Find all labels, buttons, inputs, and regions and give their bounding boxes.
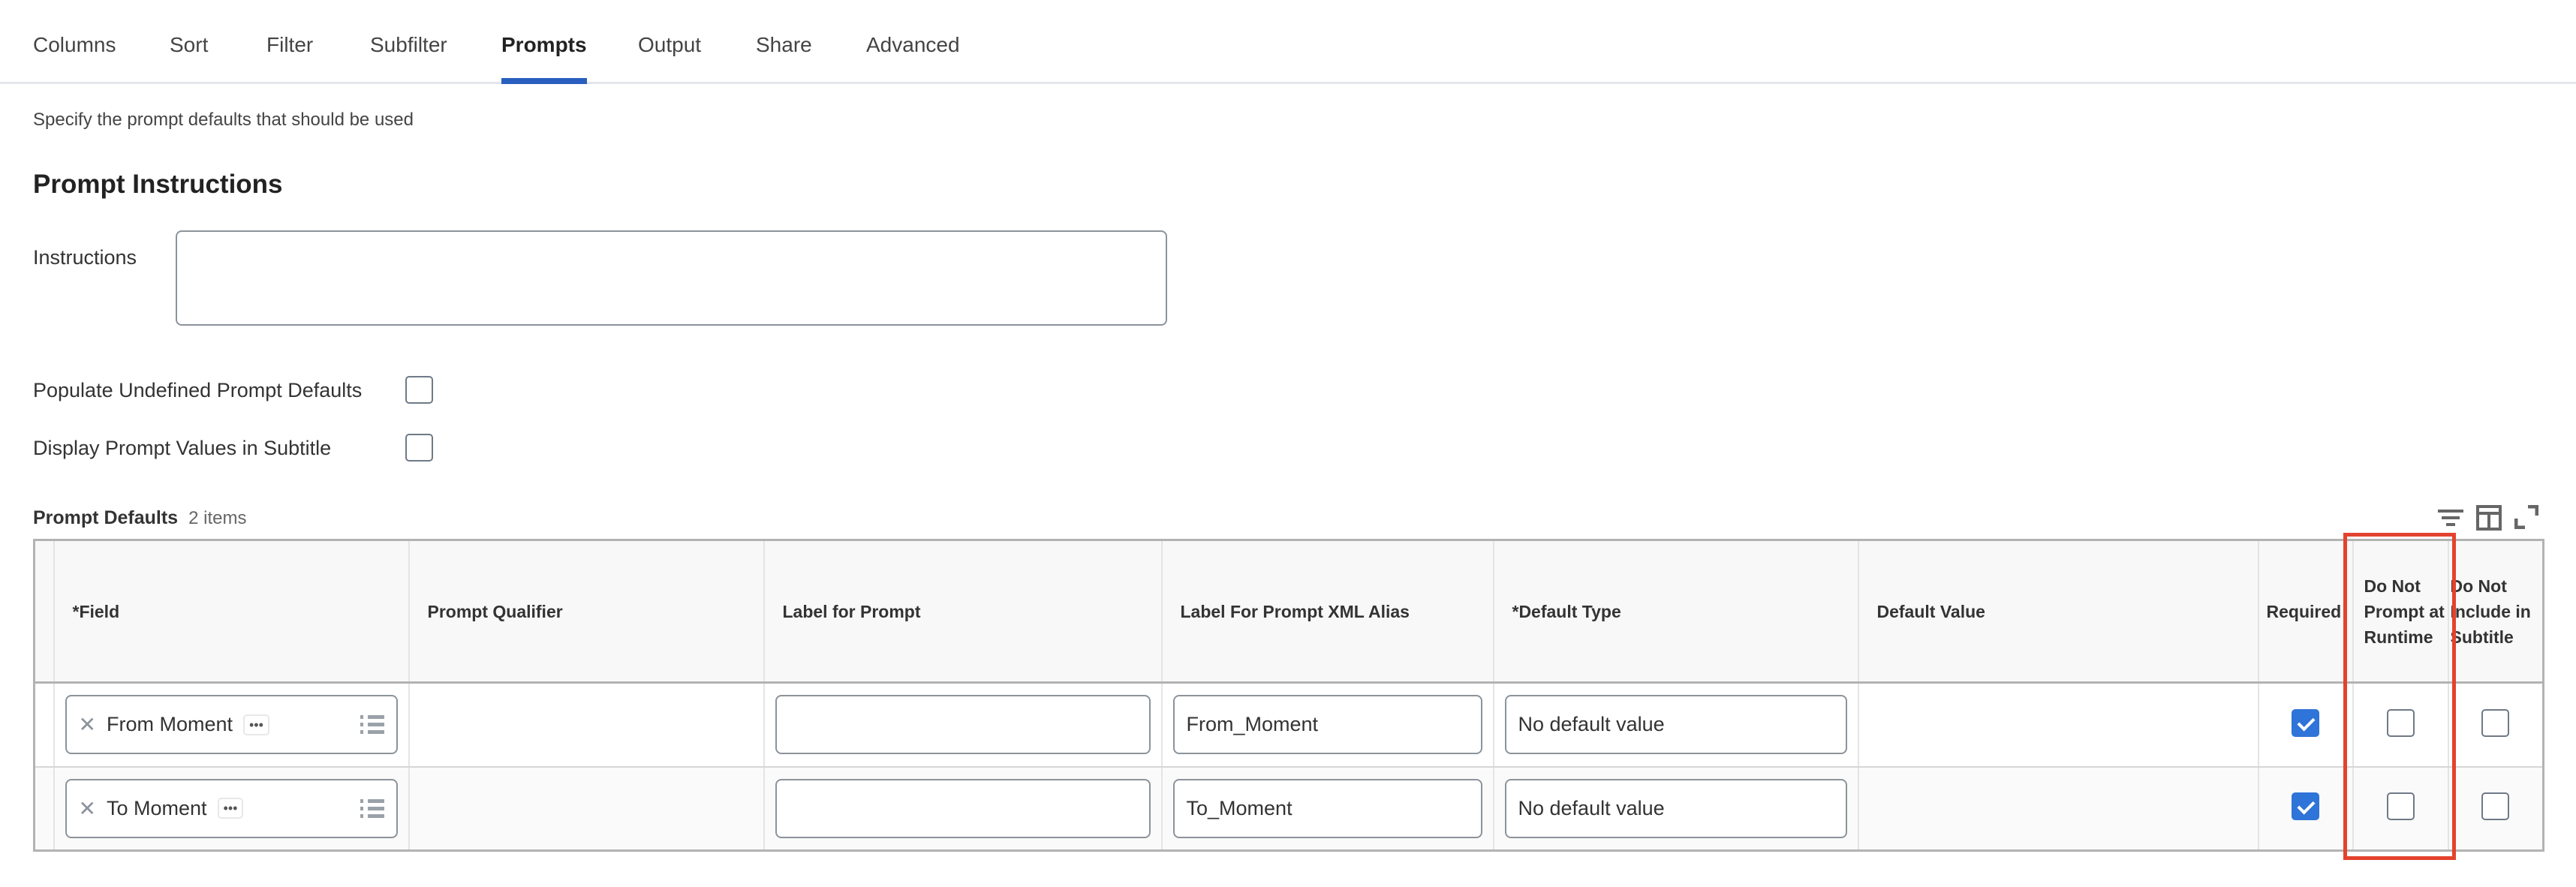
grid-title: Prompt Defaults 2 items [33, 507, 246, 529]
label-cell [763, 766, 1163, 852]
grid-count: 2 items [188, 508, 247, 528]
header-required[interactable]: Required [2258, 540, 2354, 684]
xml-alias-cell: To_Moment [1161, 766, 1494, 852]
tab-share[interactable]: Share [756, 33, 812, 57]
do-not-prompt-checkbox[interactable] [2386, 792, 2415, 821]
populate-defaults-label: Populate Undefined Prompt Defaults [33, 379, 363, 401]
row-handle-header [34, 540, 55, 684]
xml-alias-cell: From_Moment [1161, 682, 1494, 768]
header-default-type[interactable]: *Default Type [1493, 540, 1859, 684]
header-default-value[interactable]: Default Value [1858, 540, 2259, 684]
page-description: Specify the prompt defaults that should … [33, 110, 414, 130]
default-type-cell: No default value [1493, 682, 1859, 768]
field-selector[interactable]: ✕ To Moment ••• [65, 778, 398, 838]
header-field[interactable]: *Field [53, 540, 410, 684]
prompt-defaults-grid: *Field Prompt Qualifier Label for Prompt… [33, 539, 2544, 852]
list-icon[interactable] [360, 711, 384, 738]
default-type-select[interactable]: No default value [1504, 778, 1847, 838]
tab-subfilter[interactable]: Subfilter [370, 33, 447, 57]
field-value: To Moment [106, 796, 207, 819]
xml-alias-input[interactable]: From_Moment [1172, 695, 1482, 755]
do-not-prompt-checkbox[interactable] [2386, 708, 2415, 737]
field-value: From Moment [106, 713, 233, 736]
instructions-textarea[interactable] [176, 230, 1167, 326]
xml-alias-input[interactable]: To_Moment [1172, 778, 1482, 838]
more-icon[interactable]: ••• [243, 714, 269, 735]
default-value-cell [1858, 766, 2259, 852]
label-input[interactable] [775, 778, 1151, 838]
required-cell [2258, 682, 2354, 768]
qualifier-cell [408, 766, 765, 852]
tab-sort[interactable]: Sort [170, 33, 208, 57]
row-handle[interactable] [34, 766, 55, 852]
remove-icon[interactable]: ✕ [79, 796, 96, 821]
row-handle[interactable] [34, 682, 55, 768]
display-subtitle-checkbox[interactable] [405, 434, 433, 462]
header-xml-alias[interactable]: Label For Prompt XML Alias [1161, 540, 1494, 684]
header-do-not-include[interactable]: Do Not Include in Subtitle [2448, 540, 2544, 684]
section-title: Prompt Instructions [33, 170, 283, 199]
more-icon[interactable]: ••• [217, 798, 244, 819]
default-value-cell [1858, 682, 2259, 768]
do-not-include-checkbox[interactable] [2481, 792, 2510, 821]
label-cell [763, 682, 1163, 768]
header-label-for-prompt[interactable]: Label for Prompt [763, 540, 1163, 684]
remove-icon[interactable]: ✕ [79, 712, 96, 737]
tab-filter[interactable]: Filter [266, 33, 313, 57]
do-not-include-cell [2448, 766, 2544, 852]
tab-bar: Columns Sort Filter Subfilter Prompts Ou… [0, 0, 2576, 84]
do-not-include-checkbox[interactable] [2481, 708, 2510, 737]
do-not-prompt-cell [2352, 682, 2449, 768]
do-not-include-cell [2448, 682, 2544, 768]
required-checkbox[interactable] [2292, 792, 2319, 821]
required-cell [2258, 766, 2354, 852]
default-type-cell: No default value [1493, 766, 1859, 852]
tab-columns[interactable]: Columns [33, 33, 116, 57]
display-subtitle-label: Display Prompt Values in Subtitle [33, 437, 332, 459]
grid-header-row: *Field Prompt Qualifier Label for Prompt… [34, 540, 2544, 684]
tab-prompts[interactable]: Prompts [501, 33, 587, 84]
header-prompt-qualifier[interactable]: Prompt Qualifier [408, 540, 765, 684]
table-row: ✕ From Moment ••• From_Moment No default v… [34, 682, 2544, 768]
expand-icon[interactable] [2514, 505, 2538, 529]
qualifier-cell [408, 682, 765, 768]
populate-defaults-checkbox[interactable] [405, 376, 433, 404]
header-do-not-prompt[interactable]: Do Not Prompt at Runtime [2352, 540, 2449, 684]
do-not-prompt-cell [2352, 766, 2449, 852]
field-cell: ✕ To Moment ••• [53, 766, 410, 852]
instructions-label: Instructions [33, 246, 137, 269]
table-row: ✕ To Moment ••• To_Moment No default value [34, 766, 2544, 852]
grid-title-text: Prompt Defaults [33, 507, 179, 528]
list-icon[interactable] [360, 795, 384, 822]
filter-icon[interactable] [2438, 507, 2468, 529]
column-layout-icon[interactable] [2476, 505, 2502, 531]
default-type-select[interactable]: No default value [1504, 695, 1847, 755]
tab-advanced[interactable]: Advanced [866, 33, 960, 57]
field-selector[interactable]: ✕ From Moment ••• [65, 695, 398, 755]
tab-output[interactable]: Output [638, 33, 701, 57]
required-checkbox[interactable] [2292, 708, 2319, 737]
label-input[interactable] [775, 695, 1151, 755]
field-cell: ✕ From Moment ••• [53, 682, 410, 768]
